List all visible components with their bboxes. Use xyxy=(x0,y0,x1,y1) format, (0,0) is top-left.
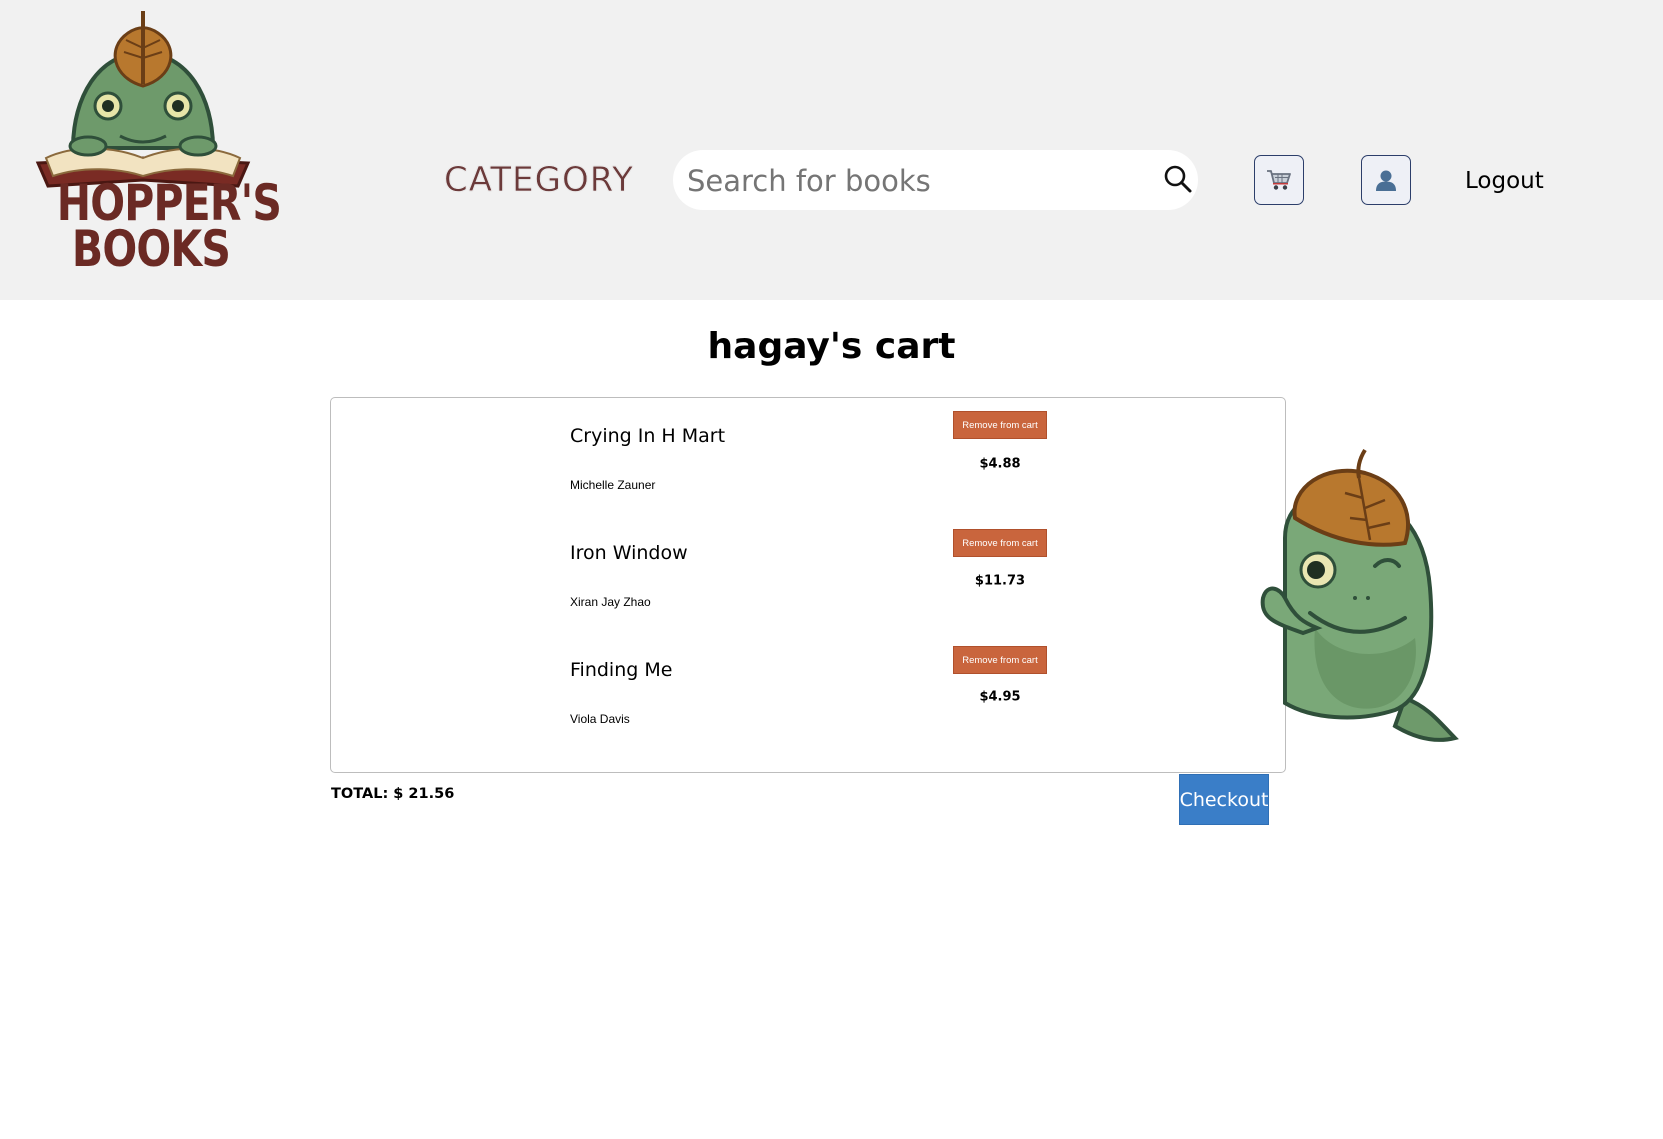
book-author: Michelle Zauner xyxy=(570,478,656,492)
logo-wordmark: HOPPER'S BOOKS xyxy=(57,178,282,278)
logo-line-2: BOOKS xyxy=(71,220,231,278)
search-icon[interactable] xyxy=(1163,164,1193,194)
book-title: Crying In H Mart xyxy=(570,425,726,447)
book-title: Iron Window xyxy=(570,542,688,564)
page-title: hagay's cart xyxy=(707,326,956,367)
search-bar xyxy=(673,150,1198,210)
logout-link[interactable]: Logout xyxy=(1465,168,1544,194)
book-author: Viola Davis xyxy=(570,712,630,726)
waving-frog-mascot-icon xyxy=(1255,448,1465,748)
cart-icon xyxy=(1267,170,1291,190)
site-header: HOPPER'S BOOKS CATEGORY Logout xyxy=(0,0,1663,300)
book-author: Xiran Jay Zhao xyxy=(570,595,651,609)
cart-item: Crying In H Mart Michelle Zauner Remove … xyxy=(331,398,1285,508)
book-price: $11.73 xyxy=(974,573,1026,589)
book-price: $4.88 xyxy=(979,456,1021,472)
cart-item: Finding Me Viola Davis Remove from cart … xyxy=(331,633,1285,743)
cart-items-panel: Crying In H Mart Michelle Zauner Remove … xyxy=(330,397,1286,773)
checkout-button[interactable]: Checkout xyxy=(1179,774,1269,825)
account-button[interactable] xyxy=(1361,155,1411,205)
user-icon xyxy=(1376,170,1396,191)
book-price: $4.95 xyxy=(979,689,1021,705)
cart-item: Iron Window Xiran Jay Zhao Remove from c… xyxy=(331,516,1285,626)
remove-from-cart-button[interactable]: Remove from cart xyxy=(953,411,1047,439)
search-input[interactable] xyxy=(685,158,1149,204)
remove-from-cart-button[interactable]: Remove from cart xyxy=(953,646,1047,674)
cart-total: TOTAL: $ 21.56 xyxy=(331,786,455,802)
book-title: Finding Me xyxy=(570,659,673,681)
remove-from-cart-button[interactable]: Remove from cart xyxy=(953,529,1047,557)
cart-button[interactable] xyxy=(1254,155,1304,205)
category-menu[interactable]: CATEGORY xyxy=(444,160,634,200)
